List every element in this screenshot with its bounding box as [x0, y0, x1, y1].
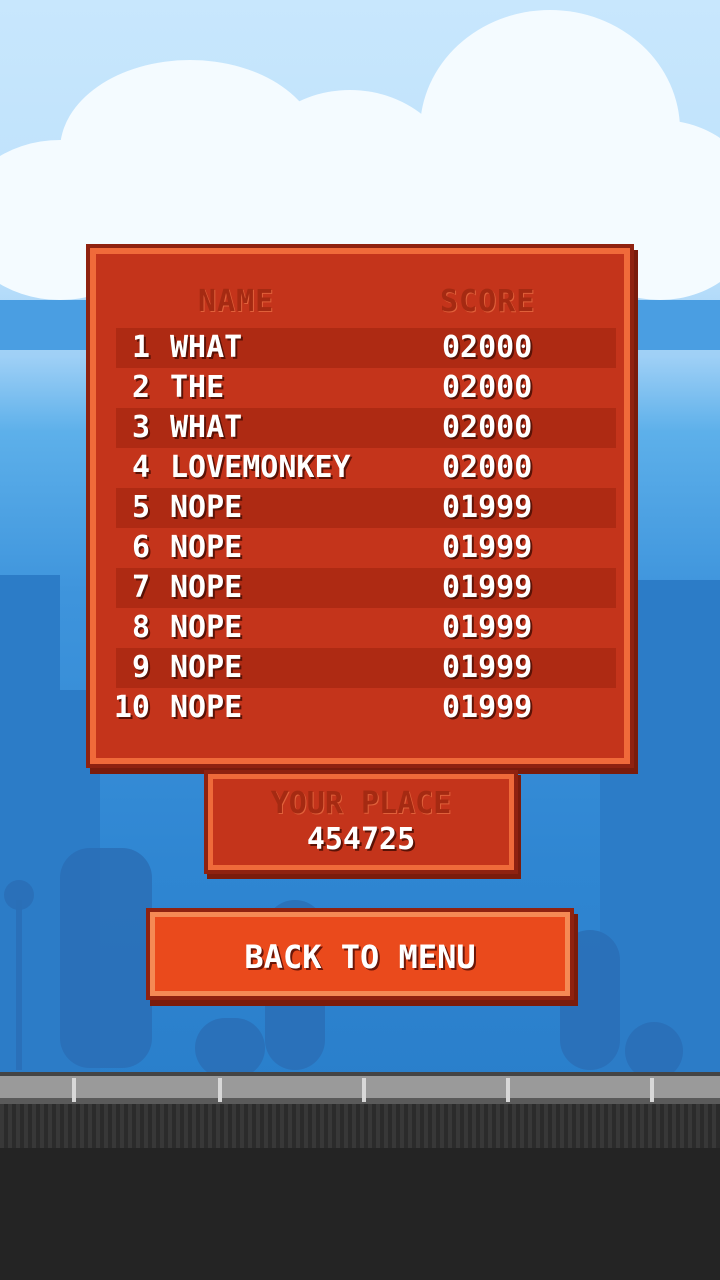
row-player-name: NOPE [170, 570, 243, 605]
leaderboard-row: 5 NOPE 01999 [116, 488, 616, 528]
your-place-value: 454725 [306, 822, 416, 857]
leaderboard-row: 3 WHAT 02000 [116, 408, 616, 448]
row-player-name: WHAT [170, 410, 243, 445]
row-rank: 2 [131, 370, 150, 405]
row-score: 02000 [442, 330, 533, 365]
score-column-header: SCORE [440, 284, 536, 319]
leaderboard-row: 4 LOVEMONKEY 02000 [116, 448, 616, 488]
row-score: 01999 [442, 650, 533, 685]
rail-joint [362, 1078, 366, 1102]
row-rank: 5 [131, 490, 150, 525]
tree [195, 1018, 265, 1078]
your-place-label: YOUR PLACE [270, 786, 452, 821]
your-place-panel: YOUR PLACE 454725 [204, 770, 518, 874]
leaderboard-panel: NAME SCORE 1 WHAT 02000 2 THE 02000 3 WH… [86, 244, 634, 768]
row-score: 01999 [442, 690, 533, 725]
rail-joint [218, 1078, 222, 1102]
leaderboard-header: NAME SCORE [90, 284, 630, 324]
row-score: 01999 [442, 530, 533, 565]
leaderboard-row: 10 NOPE 01999 [113, 688, 616, 728]
back-to-menu-label: BACK TO MENU [244, 938, 476, 976]
row-rank: 7 [131, 570, 150, 605]
row-player-name: NOPE [170, 690, 243, 725]
row-player-name: NOPE [170, 650, 243, 685]
leaderboard-row: 8 NOPE 01999 [116, 608, 616, 648]
row-score: 01999 [442, 610, 533, 645]
tree [60, 848, 152, 1068]
leaderboard-row: 1 WHAT 02000 [116, 328, 616, 368]
rail-joint [506, 1078, 510, 1102]
row-score: 01999 [442, 570, 533, 605]
leaderboard-row: 6 NOPE 01999 [116, 528, 616, 568]
row-score: 02000 [442, 410, 533, 445]
rail-joint [72, 1078, 76, 1102]
row-rank: 9 [131, 650, 150, 685]
row-player-name: WHAT [170, 330, 243, 365]
back-to-menu-button[interactable]: BACK TO MENU [146, 908, 574, 1000]
row-player-name: NOPE [170, 490, 243, 525]
ground [0, 1072, 720, 1280]
row-rank: 6 [131, 530, 150, 565]
row-score: 01999 [442, 490, 533, 525]
row-player-name: LOVEMONKEY [170, 450, 351, 485]
leaderboard-row: 2 THE 02000 [116, 368, 616, 408]
building [0, 575, 60, 1080]
tree-trunk [16, 900, 22, 1070]
leaderboard-row: 7 NOPE 01999 [116, 568, 616, 608]
rail-joint [650, 1078, 654, 1102]
ground-rail [0, 1072, 720, 1104]
name-column-header: NAME [198, 284, 275, 319]
row-player-name: NOPE [170, 530, 243, 565]
leaderboard-row: 9 NOPE 01999 [116, 648, 616, 688]
game-scene: NAME SCORE 1 WHAT 02000 2 THE 02000 3 WH… [0, 0, 720, 1280]
ground-pattern [0, 1104, 720, 1148]
row-score: 02000 [442, 450, 533, 485]
row-player-name: THE [170, 370, 225, 405]
row-score: 02000 [442, 370, 533, 405]
row-rank: 8 [131, 610, 150, 645]
row-rank: 10 [113, 690, 150, 725]
row-player-name: NOPE [170, 610, 243, 645]
row-rank: 1 [131, 330, 150, 365]
row-rank: 3 [131, 410, 150, 445]
row-rank: 4 [131, 450, 150, 485]
